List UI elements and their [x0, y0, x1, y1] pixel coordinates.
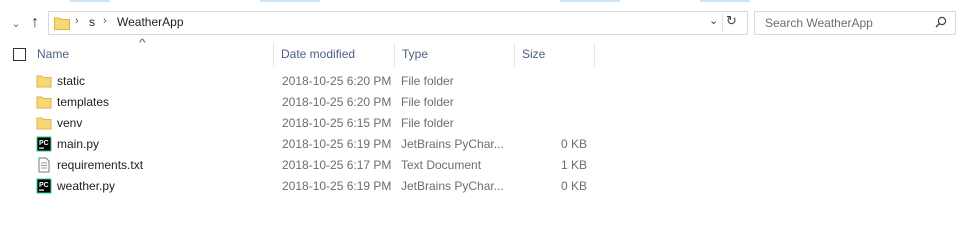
file-type: File folder	[401, 95, 454, 109]
column-headers: Name Date modified Type Size	[0, 43, 963, 67]
file-name: weather.py	[57, 179, 116, 193]
up-arrow-icon[interactable]: ↑	[26, 12, 44, 34]
file-date-modified: 2018-10-25 6:20 PM	[282, 74, 392, 88]
svg-text:PC: PC	[39, 140, 49, 147]
file-name: requirements.txt	[57, 158, 144, 172]
column-divider[interactable]	[514, 43, 515, 67]
file-name: venv	[57, 116, 83, 130]
address-dropdown-icon[interactable]: ⌄	[709, 14, 718, 27]
file-name: main.py	[57, 137, 100, 151]
file-size	[515, 94, 587, 111]
search-icon[interactable]	[935, 16, 947, 28]
column-divider[interactable]	[394, 43, 395, 67]
file-type: JetBrains PyChar...	[401, 179, 504, 193]
search-input[interactable]	[763, 12, 932, 34]
folder-icon	[54, 17, 70, 30]
column-header-date-modified[interactable]: Date modified	[275, 43, 395, 67]
recent-locations-chevron-icon[interactable]: ⌄	[7, 12, 25, 34]
select-all-checkbox[interactable]	[13, 48, 26, 61]
file-type: File folder	[401, 74, 454, 88]
address-bar[interactable]: › s › WeatherApp ⌄ ↻	[48, 11, 748, 35]
file-size	[515, 115, 587, 132]
file-size	[515, 73, 587, 90]
breadcrumb-weatherapp[interactable]: WeatherApp	[117, 15, 184, 29]
file-row-main-py[interactable]: PC main.py 2018-10-25 6:19 PM JetBrains …	[0, 134, 963, 155]
folder-icon	[36, 75, 52, 88]
svg-text:PC: PC	[39, 182, 49, 189]
file-date-modified: 2018-10-25 6:19 PM	[282, 179, 392, 193]
file-row-requirements-txt[interactable]: requirements.txt 2018-10-25 6:17 PM Text…	[0, 155, 963, 176]
pycharm-file-icon: PC	[36, 178, 52, 194]
breadcrumb-separator-icon[interactable]: ›	[75, 15, 79, 27]
breadcrumb-s[interactable]: s	[89, 15, 95, 29]
file-row-templates[interactable]: templates 2018-10-25 6:20 PM File folder	[0, 92, 963, 113]
file-size: 0 KB	[560, 179, 587, 193]
text-file-icon	[38, 157, 50, 173]
pycharm-file-icon: PC	[36, 136, 52, 152]
column-header-type[interactable]: Type	[396, 43, 514, 67]
file-type: Text Document	[401, 158, 482, 172]
file-date-modified: 2018-10-25 6:19 PM	[282, 137, 392, 151]
file-name: static	[57, 74, 86, 88]
refresh-icon[interactable]: ↻	[726, 13, 737, 29]
file-date-modified: 2018-10-25 6:20 PM	[282, 95, 392, 109]
file-name: templates	[57, 95, 110, 109]
folder-icon	[36, 96, 52, 109]
column-divider[interactable]	[273, 43, 274, 67]
column-header-name[interactable]: Name	[31, 43, 273, 67]
file-row-weather-py[interactable]: PC weather.py 2018-10-25 6:19 PM JetBrai…	[0, 176, 963, 197]
search-box[interactable]	[754, 11, 956, 35]
column-header-size[interactable]: Size	[516, 43, 594, 67]
folder-icon	[36, 117, 52, 130]
file-type: JetBrains PyChar...	[401, 137, 504, 151]
file-size: 0 KB	[560, 137, 587, 151]
file-row-static[interactable]: static 2018-10-25 6:20 PM File folder	[0, 71, 963, 92]
file-date-modified: 2018-10-25 6:17 PM	[282, 158, 392, 172]
file-date-modified: 2018-10-25 6:15 PM	[282, 116, 392, 130]
file-type: File folder	[401, 116, 454, 130]
file-row-venv[interactable]: venv 2018-10-25 6:15 PM File folder	[0, 113, 963, 134]
file-size: 1 KB	[560, 158, 587, 172]
address-divider	[722, 14, 723, 32]
breadcrumb-separator-icon[interactable]: ›	[103, 15, 107, 27]
ribbon-remnant	[0, 0, 963, 6]
column-divider[interactable]	[594, 43, 595, 67]
navigation-bar: ⌄ ↑ › s › WeatherApp ⌄ ↻	[0, 8, 963, 38]
